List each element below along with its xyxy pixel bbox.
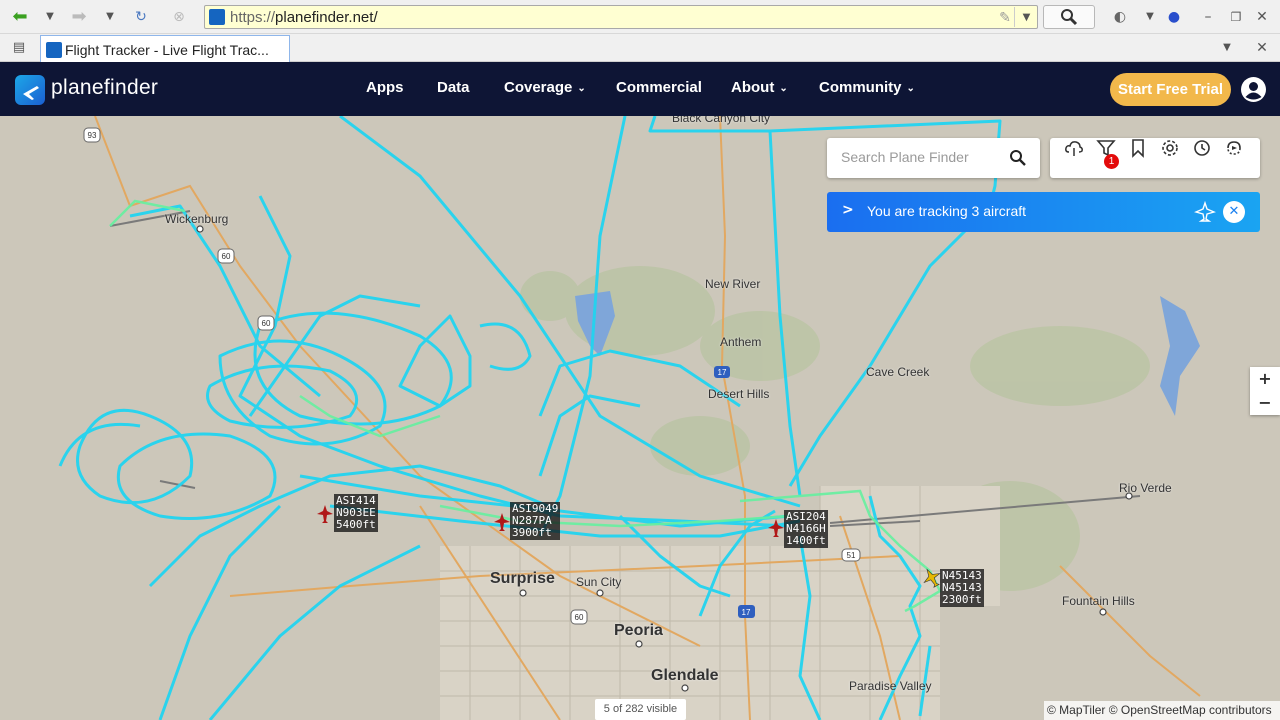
reload-icon[interactable]: ↻	[130, 6, 152, 28]
minimize-icon[interactable]: –	[1197, 6, 1219, 28]
tab-overflow-chevron-icon[interactable]: ▼	[1216, 37, 1238, 59]
browser-toolbar: ⬅ ▼ ➡ ▼ ↻ ⊗ https://planefinder.net/ ✎ ▼…	[0, 0, 1280, 34]
chevron-down-icon: ⌄	[906, 83, 915, 94]
url-dropdown-icon[interactable]: ▼	[1014, 7, 1038, 27]
paperclip-icon[interactable]: ✎	[994, 7, 1016, 29]
svg-text:60: 60	[222, 252, 231, 261]
svg-text:17: 17	[742, 608, 751, 617]
search-input[interactable]	[841, 146, 1001, 168]
svg-text:60: 60	[575, 613, 584, 622]
gear-icon[interactable]	[1160, 138, 1180, 158]
back-history-chevron-icon[interactable]: ▼	[39, 6, 61, 28]
start-free-trial-button[interactable]: Start Free Trial	[1110, 73, 1231, 106]
bookmark-icon[interactable]	[1128, 138, 1148, 158]
planefinder-logo-icon[interactable]	[15, 75, 45, 105]
route-51-shield-icon: 51	[841, 548, 861, 562]
tab-strip: ▤ Flight Tracker - Live Flight Trac... ▼…	[0, 34, 1280, 63]
extension-icon[interactable]: ◐	[1109, 6, 1131, 28]
tab-list-icon[interactable]: ▤	[8, 37, 30, 59]
place-label: Anthem	[720, 335, 762, 349]
aircraft-label-asi9049[interactable]: ASI9049 N287PA 3900ft	[510, 502, 561, 540]
account-icon[interactable]	[1241, 77, 1266, 102]
site-favicon-icon	[209, 9, 225, 25]
svg-text:93: 93	[88, 131, 97, 140]
map-attribution[interactable]: © MapTiler © OpenStreetMap contributors	[1044, 701, 1280, 720]
svg-text:51: 51	[847, 551, 856, 560]
place-label: Cave Creek	[866, 365, 930, 379]
nav-commercial[interactable]: Commercial	[616, 79, 702, 96]
playback-icon[interactable]	[1224, 138, 1244, 158]
nav-coverage[interactable]: Coverage ⌄	[504, 79, 586, 96]
place-label: Wickenburg	[165, 212, 229, 226]
place-label: Sun City	[576, 575, 622, 589]
route-60c-shield-icon: 60	[570, 609, 588, 625]
history-clock-icon[interactable]	[1192, 138, 1212, 158]
place-label: Paradise Valley	[849, 679, 932, 693]
address-bar[interactable]: https://planefinder.net/ ✎ ▼	[204, 5, 1038, 29]
brand-name[interactable]: planefinder	[51, 76, 158, 100]
search-engine-button[interactable]	[1043, 5, 1095, 29]
site-header: planefinder Apps Data Coverage ⌄ Commerci…	[0, 62, 1280, 116]
zoom-control: + −	[1250, 367, 1280, 415]
visible-aircraft-count: 5 of 282 visible	[595, 699, 686, 720]
aircraft-label-n45143[interactable]: N45143 N45143 2300ft	[940, 569, 984, 607]
close-tracking-button[interactable]: ✕	[1223, 201, 1245, 223]
tab-title: Flight Tracker - Live Flight Trac...	[65, 42, 269, 58]
place-label: Fountain Hills	[1062, 594, 1135, 608]
aircraft-asi204-icon	[768, 519, 784, 537]
forward-history-chevron-icon[interactable]: ▼	[99, 6, 121, 28]
flight-map[interactable]: 93 60 60 17 51 60 17 Wickenburg New Rive…	[0, 116, 1280, 720]
tracking-text: You are tracking 3 aircraft	[867, 203, 1027, 219]
interstate-17-shield-icon: 17	[714, 366, 730, 378]
restore-icon[interactable]: ❐	[1225, 6, 1247, 28]
plane-outline-icon[interactable]	[1194, 201, 1216, 223]
filter-count-badge: 1	[1104, 154, 1119, 169]
place-label: Rio Verde	[1119, 481, 1172, 495]
nav-apps[interactable]: Apps	[366, 79, 404, 96]
route-60-shield-icon: 60	[217, 248, 235, 264]
map-toolbar	[1050, 138, 1260, 178]
svg-text:60: 60	[262, 319, 271, 328]
forward-arrow-icon[interactable]: ➡	[68, 6, 90, 28]
zoom-out-button[interactable]: −	[1250, 391, 1280, 415]
search-box	[827, 138, 1040, 178]
close-tab-icon[interactable]: ✕	[1251, 37, 1273, 59]
interstate-17b-shield-icon: 17	[738, 605, 755, 618]
route-60b-shield-icon: 60	[257, 315, 275, 331]
aircraft-asi414-icon	[317, 505, 333, 523]
chevron-down-icon: ⌄	[779, 83, 788, 94]
tracking-banner[interactable]: > You are tracking 3 aircraft ✕	[827, 192, 1260, 232]
nav-community[interactable]: Community ⌄	[819, 79, 915, 96]
aircraft-label-asi414[interactable]: ASI414 N903EE 5400ft	[334, 494, 378, 532]
close-window-icon[interactable]: ✕	[1251, 6, 1273, 28]
browser-logo-icon[interactable]: ●	[1163, 6, 1185, 28]
chevron-right-icon[interactable]: >	[842, 202, 854, 218]
back-arrow-icon[interactable]: ⬅	[9, 6, 31, 28]
search-icon[interactable]	[1009, 149, 1027, 167]
place-label: Peoria	[614, 622, 663, 639]
tab-favicon-icon	[46, 42, 62, 58]
tab-flight-tracker[interactable]: Flight Tracker - Live Flight Trac...	[40, 35, 290, 63]
place-label: Black Canyon City	[672, 116, 771, 125]
place-label: Desert Hills	[708, 387, 770, 401]
place-label: Surprise	[490, 570, 555, 587]
route-93-shield-icon: 93	[83, 127, 101, 143]
place-label: Glendale	[651, 667, 719, 684]
extension-menu-chevron-icon[interactable]: ▼	[1139, 6, 1161, 28]
address-bar-url: https://planefinder.net/	[230, 9, 378, 26]
chevron-down-icon: ⌄	[577, 83, 586, 94]
svg-text:17: 17	[718, 368, 727, 377]
magnifier-icon	[1061, 9, 1078, 26]
nav-about[interactable]: About ⌄	[731, 79, 788, 96]
stop-icon[interactable]: ⊗	[168, 6, 190, 28]
aircraft-label-asi204[interactable]: ASI204 N4166H 1400ft	[784, 510, 828, 548]
nav-data[interactable]: Data	[437, 79, 470, 96]
weather-cloud-icon[interactable]	[1064, 138, 1084, 158]
zoom-in-button[interactable]: +	[1250, 367, 1280, 391]
place-label: New River	[705, 277, 761, 291]
